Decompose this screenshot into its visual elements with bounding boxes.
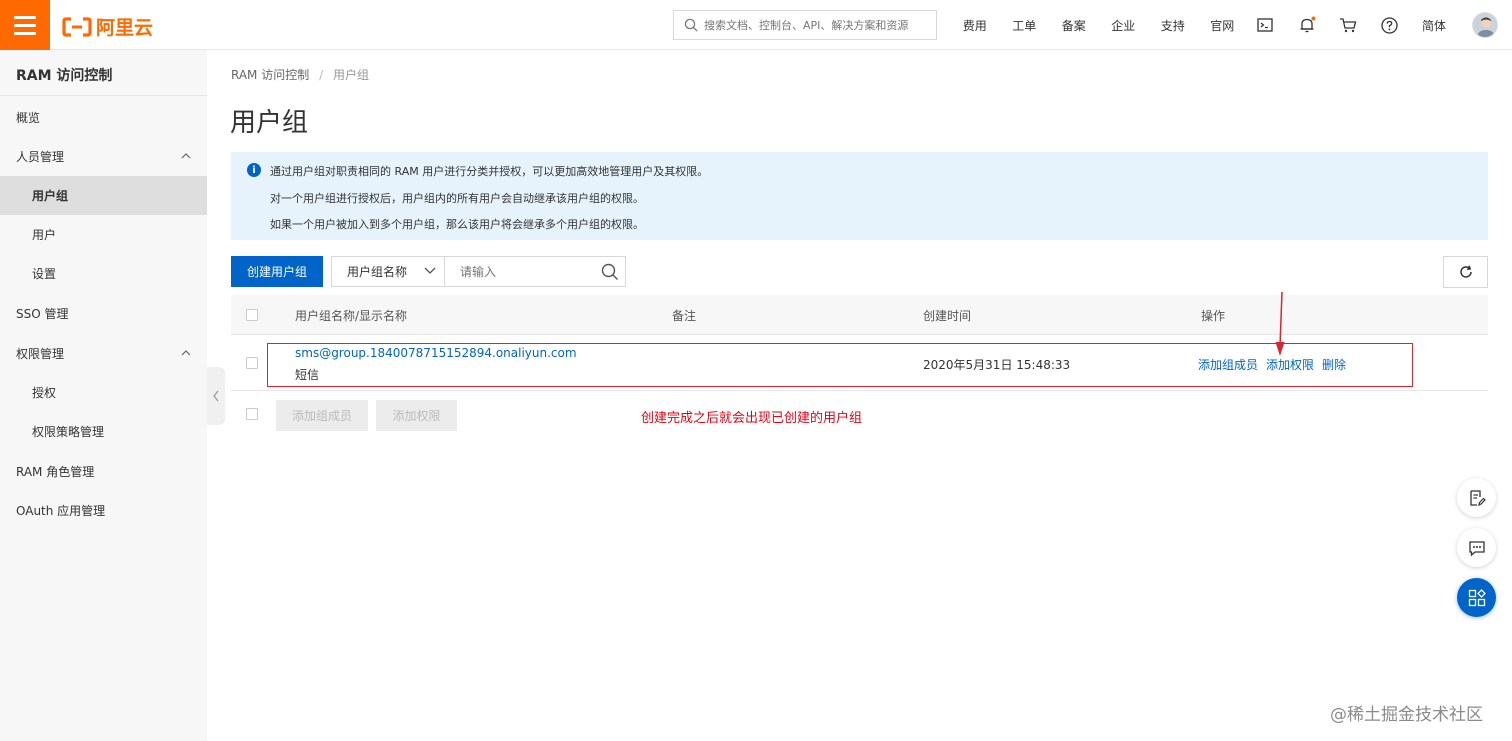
- chevron-up-icon: [181, 153, 191, 159]
- info-icon: i: [247, 163, 261, 177]
- search-input[interactable]: [704, 18, 934, 32]
- chevron-up-icon: [181, 350, 191, 356]
- info-banner: i 通过用户组对职责相同的 RAM 用户进行分类并授权，可以更加高效地管理用户及…: [231, 152, 1488, 240]
- sidebar-item-label: 权限管理: [16, 347, 65, 361]
- nav-icp[interactable]: 备案: [1049, 17, 1099, 34]
- bell-icon[interactable]: [1297, 15, 1317, 35]
- help-icon[interactable]: [1379, 15, 1399, 35]
- sidebar-item-users[interactable]: 用户: [0, 215, 207, 254]
- sidebar-item-grants[interactable]: 授权: [0, 373, 207, 412]
- annotation-highlight-box: [267, 343, 1413, 387]
- chevron-left-icon: [213, 390, 219, 402]
- brand-logo[interactable]: 阿里云: [62, 13, 153, 40]
- sidebar-item-groups[interactable]: 用户组: [0, 176, 207, 215]
- table-header: 用户组名称/显示名称 备注 创建时间 操作: [231, 295, 1488, 335]
- batch-add-permissions-button[interactable]: 添加权限: [376, 400, 457, 431]
- nav-website[interactable]: 官网: [1198, 17, 1248, 34]
- notes-float-button[interactable]: [1457, 478, 1496, 517]
- sidebar-item-label: OAuth 应用管理: [16, 504, 106, 518]
- search-icon: [684, 18, 698, 32]
- info-line: 通过用户组对职责相同的 RAM 用户进行分类并授权，可以更加高效地管理用户及其权…: [270, 165, 709, 178]
- info-line: 如果一个用户被加入到多个用户组，那么该用户将会继承多个用户组的权限。: [270, 218, 644, 231]
- refresh-button[interactable]: [1443, 256, 1488, 288]
- filter-field-label: 用户组名称: [347, 265, 408, 279]
- avatar[interactable]: [1472, 12, 1498, 38]
- batch-select-checkbox[interactable]: [246, 408, 258, 420]
- refresh-icon: [1459, 265, 1472, 278]
- annotation-note: 创建完成之后就会出现已创建的用户组: [641, 411, 863, 426]
- filter-input-wrap: [445, 257, 625, 286]
- breadcrumb-separator: /: [319, 68, 324, 82]
- row-checkbox[interactable]: [246, 357, 258, 369]
- brand-name: 阿里云: [96, 17, 154, 39]
- sidebar-divider: [0, 95, 207, 96]
- sidebar-item-roles[interactable]: RAM 角色管理: [0, 452, 207, 491]
- chat-icon: [1468, 540, 1485, 556]
- sidebar-item-settings[interactable]: 设置: [0, 254, 207, 293]
- annotation-arrow: [1275, 291, 1285, 356]
- document-edit-icon: [1469, 489, 1486, 506]
- chat-float-button[interactable]: [1457, 528, 1496, 567]
- apps-grid-icon: [1468, 588, 1486, 606]
- sidebar-collapse-handle[interactable]: [207, 367, 225, 425]
- nav-support[interactable]: 支持: [1148, 17, 1198, 34]
- sidebar-item-oauth[interactable]: OAuth 应用管理: [0, 491, 207, 530]
- column-header-remark: 备注: [672, 309, 697, 323]
- filter-input[interactable]: [460, 264, 590, 279]
- cart-icon[interactable]: [1338, 15, 1358, 35]
- batch-add-members-button[interactable]: 添加组成员: [276, 400, 368, 431]
- sidebar-item-permissions[interactable]: 权限管理: [0, 334, 207, 373]
- breadcrumb-root[interactable]: RAM 访问控制: [231, 68, 309, 82]
- terminal-icon[interactable]: [1255, 15, 1275, 35]
- search-icon[interactable]: [601, 263, 619, 281]
- menu-icon[interactable]: [0, 0, 50, 50]
- sidebar-item-label: 设置: [32, 267, 57, 281]
- breadcrumb: RAM 访问控制 / 用户组: [231, 66, 369, 83]
- sidebar-item-label: SSO 管理: [16, 307, 69, 321]
- nav-tickets[interactable]: 工单: [1000, 17, 1050, 34]
- filter-field-select[interactable]: 用户组名称: [332, 257, 445, 286]
- sidebar-item-policies[interactable]: 权限策略管理: [0, 412, 207, 451]
- chevron-down-icon: [424, 267, 436, 274]
- sidebar-item-label: 用户组: [32, 189, 69, 203]
- sidebar-item-sso[interactable]: SSO 管理: [0, 294, 207, 333]
- sidebar-item-identities[interactable]: 人员管理: [0, 137, 207, 176]
- breadcrumb-current: 用户组: [332, 68, 369, 82]
- sidebar-item-overview[interactable]: 概览: [0, 98, 207, 137]
- sidebar-item-label: RAM 角色管理: [16, 465, 95, 479]
- global-search[interactable]: [673, 10, 937, 40]
- sidebar-item-label: 权限策略管理: [32, 425, 105, 439]
- nav-enterprise[interactable]: 企业: [1099, 17, 1149, 34]
- column-header-created: 创建时间: [923, 309, 972, 323]
- sidebar-item-label: 授权: [32, 386, 57, 400]
- column-header-actions: 操作: [1201, 309, 1226, 323]
- page-title: 用户组: [230, 108, 309, 138]
- top-bar: 阿里云 费用 工单 备案 企业 支持 官网 简体: [0, 0, 1512, 50]
- sidebar: RAM 访问控制 概览 人员管理 用户组 用户 设置 SSO 管理 权限管理 授…: [0, 50, 207, 741]
- watermark: @稀土掘金技术社区: [1330, 705, 1483, 725]
- sidebar-item-label: 人员管理: [16, 150, 65, 164]
- apps-float-button[interactable]: [1457, 578, 1496, 617]
- create-group-button[interactable]: 创建用户组: [231, 256, 323, 287]
- sidebar-item-label: 概览: [16, 111, 41, 125]
- nav-billing[interactable]: 费用: [950, 17, 1000, 34]
- aliyun-logo-icon: [62, 16, 92, 37]
- sidebar-title: RAM 访问控制: [16, 68, 113, 84]
- top-nav: 费用 工单 备案 企业 支持 官网: [950, 0, 1247, 50]
- column-header-name: 用户组名称/显示名称: [295, 309, 408, 323]
- select-all-checkbox[interactable]: [246, 309, 258, 321]
- sidebar-item-label: 用户: [32, 228, 57, 242]
- info-line: 对一个用户组进行授权后，用户组内的所有用户会自动继承该用户组的权限。: [270, 192, 644, 205]
- filter-bar: 用户组名称: [331, 256, 626, 287]
- language-switch[interactable]: 简体: [1422, 17, 1446, 34]
